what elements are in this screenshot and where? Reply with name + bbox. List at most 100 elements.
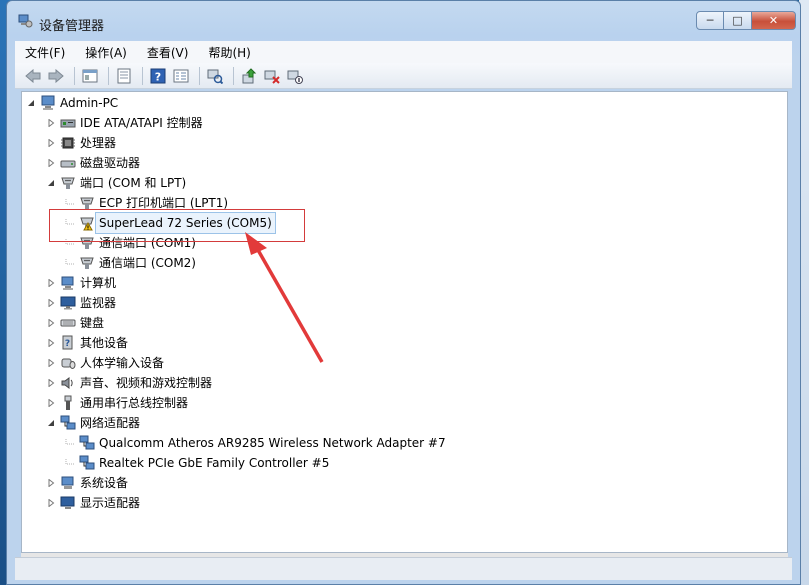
help-button[interactable]: ? — [148, 66, 168, 86]
tree-category[interactable]: 声音、视频和游戏控制器 — [46, 373, 212, 393]
keyboard-icon — [60, 315, 76, 331]
expand-triangle-icon[interactable] — [46, 139, 55, 148]
tree-device[interactable]: Realtek PCIe GbE Family Controller #5 — [65, 453, 329, 473]
toolbar-separator — [142, 66, 143, 85]
usb-icon — [60, 395, 76, 411]
tree-node-label: Realtek PCIe GbE Family Controller #5 — [99, 456, 330, 470]
network-adapter-icon — [79, 455, 95, 471]
tree-device[interactable]: Qualcomm Atheros AR9285 Wireless Network… — [65, 433, 446, 453]
other-devices-icon: ? — [60, 335, 76, 351]
tree-category[interactable]: 磁盘驱动器 — [46, 153, 140, 173]
processor-icon — [60, 135, 76, 151]
tree-category[interactable]: 监视器 — [46, 293, 116, 313]
expand-triangle-icon[interactable] — [46, 159, 55, 168]
update-driver-icon — [242, 67, 257, 83]
tree-category[interactable]: IDE ATA/ATAPI 控制器 — [46, 113, 203, 133]
menu-file[interactable]: 文件(F) — [15, 44, 75, 61]
expand-triangle-icon[interactable] — [46, 299, 55, 308]
toolbar-separator — [108, 66, 109, 85]
tree-node-label: 计算机 — [80, 276, 117, 290]
menu-view[interactable]: 查看(V) — [137, 44, 199, 61]
expand-triangle-icon[interactable] — [46, 119, 55, 128]
tree-category[interactable]: 显示适配器 — [46, 493, 140, 513]
tree-category[interactable]: 端口 (COM 和 LPT) — [46, 173, 186, 193]
properties-button[interactable] — [114, 66, 134, 86]
expand-triangle-icon[interactable] — [46, 499, 55, 508]
tree-node-label: 声音、视频和游戏控制器 — [80, 376, 213, 390]
tree-node-label: 显示适配器 — [80, 496, 141, 510]
update-driver-button[interactable] — [239, 66, 259, 86]
tree-category[interactable]: 计算机 — [46, 273, 116, 293]
uninstall-icon — [264, 70, 280, 84]
uninstall-button[interactable] — [262, 66, 282, 86]
tree-category[interactable]: 通用串行总线控制器 — [46, 393, 188, 413]
expand-triangle-icon[interactable] — [46, 359, 55, 368]
tree-node-label: 其他设备 — [80, 336, 129, 350]
tree-node-label: 通用串行总线控制器 — [80, 396, 189, 410]
tree-category[interactable]: ? 其他设备 — [46, 333, 128, 353]
tree-node-label: 系统设备 — [80, 476, 129, 490]
tree-device[interactable]: 通信端口 (COM2) — [65, 253, 196, 273]
tree-node-label: Admin-PC — [60, 96, 119, 110]
tree-connector — [65, 258, 74, 268]
toolbar-separator — [233, 66, 234, 85]
tree-node-label: 通信端口 (COM2) — [99, 256, 196, 270]
expand-triangle-icon[interactable] — [46, 379, 55, 388]
tree-node-label: IDE ATA/ATAPI 控制器 — [80, 116, 203, 130]
tree-node-label: 磁盘驱动器 — [80, 156, 141, 170]
tree-connector — [65, 438, 74, 448]
collapse-triangle-icon[interactable] — [26, 99, 35, 108]
maximize-button[interactable]: □ — [724, 11, 752, 30]
tree-node-label: 网络适配器 — [80, 416, 141, 430]
tree-category[interactable]: 处理器 — [46, 133, 116, 153]
expand-triangle-icon[interactable] — [46, 339, 55, 348]
monitor-icon — [60, 295, 76, 311]
system-devices-icon — [60, 475, 76, 491]
computer-icon — [60, 275, 76, 291]
tree-category[interactable]: 人体学输入设备 — [46, 353, 164, 373]
properties-icon — [117, 68, 131, 83]
port-icon — [79, 255, 95, 271]
tree-node-label: 人体学输入设备 — [80, 356, 165, 370]
tree-category[interactable]: 网络适配器 — [46, 413, 140, 433]
close-button[interactable]: ✕ — [752, 11, 796, 30]
view-button[interactable] — [171, 66, 191, 86]
display-adapter-icon — [60, 495, 76, 511]
tree-category[interactable]: 键盘 — [46, 313, 104, 333]
expand-triangle-icon[interactable] — [46, 319, 55, 328]
minimize-button[interactable]: ─ — [696, 11, 724, 30]
show-hide-tree-button[interactable] — [80, 66, 100, 86]
disable-device-icon — [287, 70, 303, 84]
menu-action[interactable]: 操作(A) — [75, 44, 137, 61]
expand-triangle-icon[interactable] — [46, 479, 55, 488]
highlight-box — [49, 209, 305, 242]
sound-icon — [60, 375, 76, 391]
collapse-triangle-icon[interactable] — [46, 419, 55, 428]
hid-icon — [60, 355, 76, 371]
tree-category[interactable]: 系统设备 — [46, 473, 128, 493]
title-bar[interactable]: 设备管理器 ─ □ ✕ — [7, 1, 800, 39]
details-view-icon — [173, 69, 189, 82]
network-adapter-icon — [60, 415, 76, 431]
disk-drive-icon — [60, 155, 76, 171]
back-arrow-icon — [25, 68, 41, 83]
status-bar — [15, 557, 792, 580]
disable-button[interactable] — [285, 66, 305, 86]
tree-connector — [65, 198, 74, 208]
menu-help[interactable]: 帮助(H) — [198, 44, 260, 61]
forward-button[interactable] — [46, 66, 66, 86]
tree-node-label: Qualcomm Atheros AR9285 Wireless Network… — [99, 436, 446, 450]
forward-arrow-icon — [48, 68, 64, 83]
caption-buttons: ─ □ ✕ — [696, 11, 796, 30]
back-button[interactable] — [23, 66, 43, 86]
expand-triangle-icon[interactable] — [46, 399, 55, 408]
console-tree-icon — [82, 69, 98, 82]
expand-triangle-icon[interactable] — [46, 279, 55, 288]
help-icon: ? — [150, 68, 166, 83]
menu-bar: 文件(F) 操作(A) 查看(V) 帮助(H) — [15, 41, 792, 64]
tree-node-label: 监视器 — [80, 296, 117, 310]
tree-node-label: 端口 (COM 和 LPT) — [80, 176, 187, 190]
collapse-triangle-icon[interactable] — [46, 179, 55, 188]
tree-root-admin-pc[interactable]: Admin-PC — [26, 93, 118, 113]
scan-hardware-button[interactable] — [205, 66, 225, 86]
